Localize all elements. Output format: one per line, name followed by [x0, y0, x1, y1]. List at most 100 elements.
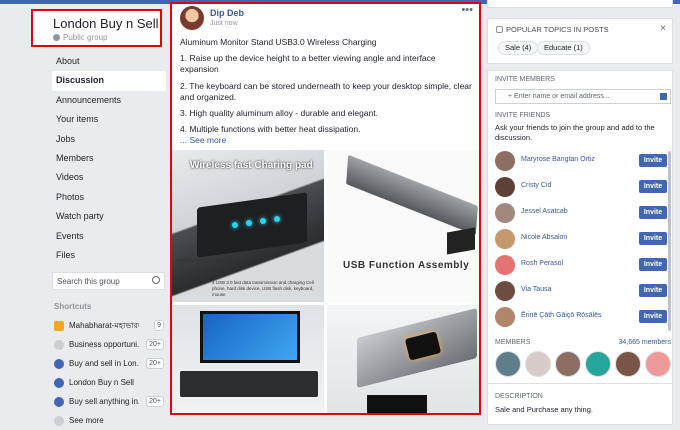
post-timestamp[interactable]: Just now: [210, 20, 238, 27]
popular-topics-title: POPULAR TOPICS IN POSTS: [496, 25, 609, 34]
nav-watch-party[interactable]: Watch party: [52, 207, 166, 226]
post-paragraph: 1. Raise up the device height to a bette…: [180, 53, 436, 75]
group-privacy: Public group: [53, 33, 160, 42]
monitor-graphic: [200, 311, 300, 363]
group-search-placeholder: Search this group: [57, 277, 120, 286]
invite-input[interactable]: + Enter name or email address...: [495, 89, 671, 104]
shortcut-item[interactable]: Buy and sell in Lon... 20+: [54, 354, 166, 373]
invite-description: Ask your friends to join the group and a…: [495, 123, 655, 142]
friend-list-scrollbar[interactable]: [668, 151, 671, 331]
invite-button[interactable]: Invite: [639, 258, 667, 271]
friend-name[interactable]: Jessel Asatcab: [521, 208, 568, 215]
friend-name[interactable]: Via Tausa: [521, 286, 552, 293]
friend-name[interactable]: Maryrose Bangtan Ortiz: [521, 156, 595, 163]
shortcut-item[interactable]: Mahabharat-মহাভারত 9: [54, 316, 166, 335]
nav-events[interactable]: Events: [52, 227, 166, 246]
post-photo[interactable]: [172, 305, 324, 413]
topic-chip[interactable]: Educate (1): [537, 41, 590, 55]
address-book-icon[interactable]: [660, 93, 667, 100]
group-search-input[interactable]: Search this group: [52, 272, 165, 290]
group-name[interactable]: London Buy n Sell: [53, 16, 160, 31]
invite-members-title: INVITE MEMBERS: [495, 76, 555, 83]
group-icon: [54, 321, 64, 331]
member-avatar[interactable]: [615, 351, 641, 377]
invite-button[interactable]: Invite: [639, 180, 667, 193]
shortcut-label: Business opportuni...: [69, 340, 139, 349]
friend-avatar[interactable]: [495, 203, 515, 223]
group-icon: [54, 340, 64, 350]
shortcut-item[interactable]: Business opportuni... 20+: [54, 335, 166, 354]
member-avatar[interactable]: [645, 351, 671, 377]
nav-members[interactable]: Members: [52, 149, 166, 168]
top-right-card-edge: [487, 0, 673, 8]
shortcut-label: Buy sell anything in...: [69, 397, 139, 406]
group-nav: About Discussion Announcements Your item…: [52, 52, 166, 265]
nav-jobs[interactable]: Jobs: [52, 130, 166, 149]
nav-discussion[interactable]: Discussion: [52, 71, 166, 91]
friend-avatar[interactable]: [495, 151, 515, 171]
friend-avatar[interactable]: [495, 307, 515, 327]
post-photo-grid: Wireless fast Charing pad wireless fast …: [172, 150, 479, 413]
photo-note: 4 USB 3.0 fast data transmission and cha…: [212, 280, 314, 297]
friend-row: Ērinē Çāth Gāiçō Rōsālēs Invite: [495, 305, 667, 331]
nav-files[interactable]: Files: [52, 246, 166, 265]
post-photo[interactable]: USB Function Assembly: [327, 150, 479, 302]
shortcut-label: Buy and sell in Lon...: [69, 359, 139, 368]
invite-button[interactable]: Invite: [639, 284, 667, 297]
friend-avatar[interactable]: [495, 229, 515, 249]
shortcuts-see-more[interactable]: See more: [54, 411, 166, 430]
friend-name[interactable]: Rosh Perasol: [521, 260, 563, 267]
led-indicator: [246, 220, 252, 226]
topic-chip[interactable]: Sale (4): [498, 41, 539, 55]
author-avatar[interactable]: [180, 6, 204, 30]
member-avatar[interactable]: [585, 351, 611, 377]
shortcut-count-badge: 20+: [146, 358, 164, 369]
group-privacy-label: Public group: [63, 33, 108, 42]
members-title: MEMBERS: [495, 339, 531, 346]
see-more-link[interactable]: ... See more: [180, 135, 476, 146]
nav-your-items[interactable]: Your items: [52, 110, 166, 129]
shortcut-label: Mahabharat-মহাভারত: [69, 321, 139, 330]
group-icon: [54, 378, 64, 388]
post-photo[interactable]: [327, 305, 479, 413]
friend-list: Maryrose Bangtan Ortiz Invite Cristy Cid I…: [495, 149, 667, 331]
friend-avatar[interactable]: [495, 281, 515, 301]
members-count[interactable]: 34,665 members: [618, 339, 671, 346]
invite-button[interactable]: Invite: [639, 310, 667, 323]
nav-announcements[interactable]: Announcements: [52, 91, 166, 110]
close-icon[interactable]: ×: [660, 23, 666, 34]
nav-about[interactable]: About: [52, 52, 166, 71]
shortcut-item[interactable]: London Buy n Sell: [54, 373, 166, 392]
nav-videos[interactable]: Videos: [52, 168, 166, 187]
see-more-label: See more: [69, 416, 104, 425]
charging-unit-graphic: [197, 192, 307, 258]
invite-button[interactable]: Invite: [639, 154, 667, 167]
friend-avatar[interactable]: [495, 255, 515, 275]
post-author[interactable]: Dip Deb: [210, 8, 244, 18]
left-sidebar: London Buy n Sell Public group About Dis…: [0, 4, 170, 426]
friend-name[interactable]: Ērinē Çāth Gāiçō Rōsālēs: [521, 312, 602, 319]
nav-photos[interactable]: Photos: [52, 188, 166, 207]
shortcuts-list: Mahabharat-মহাভারত 9 Business opportuni..…: [54, 316, 166, 430]
shortcut-count-badge: 20+: [146, 396, 164, 407]
friend-row: Cristy Cid Invite: [495, 175, 667, 201]
invite-button[interactable]: Invite: [639, 206, 667, 219]
group-header[interactable]: London Buy n Sell Public group: [31, 9, 162, 47]
friend-row: Jessel Asatcab Invite: [495, 201, 667, 227]
post-photo[interactable]: Wireless fast Charing pad wireless fast …: [172, 150, 324, 302]
shortcut-count-badge: 20+: [146, 339, 164, 350]
member-avatar[interactable]: [525, 351, 551, 377]
member-avatar[interactable]: [555, 351, 581, 377]
shortcut-item[interactable]: Buy sell anything in... 20+: [54, 392, 166, 411]
search-icon[interactable]: [152, 276, 160, 284]
friend-avatar[interactable]: [495, 177, 515, 197]
invite-friends-title: INVITE FRIENDS: [495, 112, 551, 119]
more-options-icon[interactable]: •••: [461, 4, 473, 16]
friend-name[interactable]: Nicole Absalon: [521, 234, 567, 241]
friend-name[interactable]: Cristy Cid: [521, 182, 551, 189]
friend-row: Rosh Perasol Invite: [495, 253, 667, 279]
member-avatar[interactable]: [495, 351, 521, 377]
invite-button[interactable]: Invite: [639, 232, 667, 245]
shelf-graphic: [180, 371, 318, 397]
divider: [488, 383, 672, 384]
